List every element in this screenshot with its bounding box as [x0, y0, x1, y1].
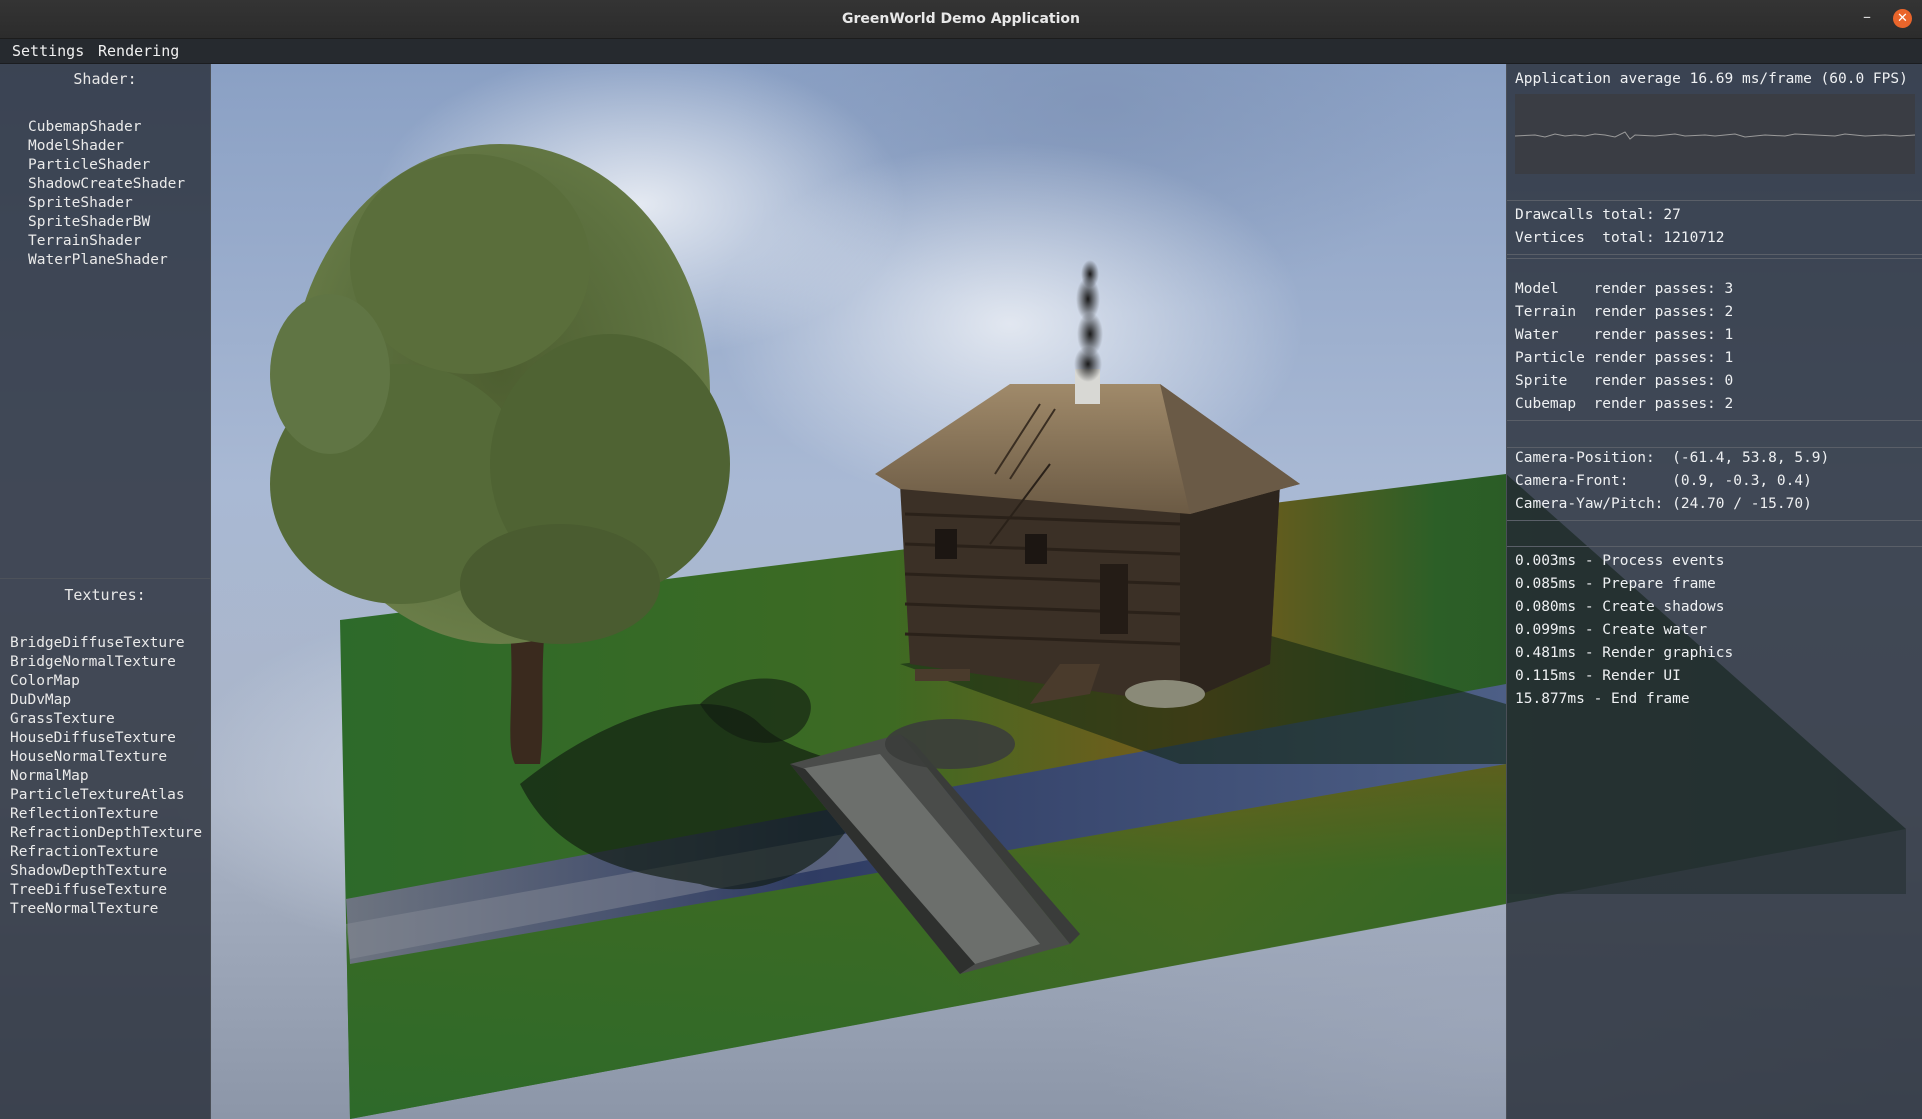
texture-item[interactable]: RefractionTexture: [10, 843, 202, 862]
texture-item[interactable]: NormalMap: [10, 767, 202, 786]
vertices-total: Vertices total: 1210712: [1515, 230, 1725, 246]
texture-item[interactable]: BridgeNormalTexture: [10, 653, 202, 672]
shader-panel: Shader: CubemapShader ModelShader Partic…: [0, 64, 211, 578]
texture-item[interactable]: HouseNormalTexture: [10, 748, 202, 767]
render-passes-model: Model render passes: 3: [1515, 281, 1734, 297]
render-passes-water: Water render passes: 1: [1515, 327, 1734, 343]
menu-settings[interactable]: Settings: [6, 39, 90, 63]
texture-heading: Textures:: [64, 586, 146, 604]
shader-item[interactable]: ModelShader: [28, 137, 185, 156]
title-bar[interactable]: GreenWorld Demo Application – ✕: [0, 0, 1922, 39]
timing-process-events: 0.003ms - Process events: [1515, 553, 1725, 569]
texture-item[interactable]: DuDvMap: [10, 691, 202, 710]
texture-panel: Textures: BridgeDiffuseTexture BridgeNor…: [0, 578, 211, 1119]
shader-item[interactable]: SpriteShader: [28, 194, 185, 213]
texture-item[interactable]: ColorMap: [10, 672, 202, 691]
shader-heading: Shader:: [73, 70, 137, 88]
timing-render-ui: 0.115ms - Render UI: [1515, 668, 1681, 684]
timing-prepare-frame: 0.085ms - Prepare frame: [1515, 576, 1716, 592]
texture-item[interactable]: RefractionDepthTexture: [10, 824, 202, 843]
close-icon[interactable]: ✕: [1893, 9, 1912, 28]
texture-item[interactable]: GrassTexture: [10, 710, 202, 729]
texture-item[interactable]: ParticleTextureAtlas: [10, 786, 202, 805]
texture-item[interactable]: TreeNormalTexture: [10, 900, 202, 919]
minimize-icon[interactable]: –: [1858, 9, 1876, 28]
shader-item[interactable]: SpriteShaderBW: [28, 213, 185, 232]
drawcalls-total: Drawcalls total: 27: [1515, 207, 1681, 223]
timing-end-frame: 15.877ms - End frame: [1515, 691, 1690, 707]
shader-list: CubemapShader ModelShader ParticleShader…: [28, 118, 185, 270]
timing-render-graphics: 0.481ms - Render graphics: [1515, 645, 1734, 661]
texture-item[interactable]: HouseDiffuseTexture: [10, 729, 202, 748]
render-passes-sprite: Sprite render passes: 0: [1515, 373, 1734, 389]
app-window: GreenWorld Demo Application – ✕ Settings…: [0, 0, 1922, 1119]
shader-item[interactable]: WaterPlaneShader: [28, 251, 185, 270]
texture-item[interactable]: TreeDiffuseTexture: [10, 881, 202, 900]
camera-yaw-pitch: Camera-Yaw/Pitch: (24.70 / -15.70): [1515, 496, 1812, 512]
texture-item[interactable]: ShadowDepthTexture: [10, 862, 202, 881]
shader-item[interactable]: ParticleShader: [28, 156, 185, 175]
render-passes-terrain: Terrain render passes: 2: [1515, 304, 1734, 320]
frame-time-graph: [1514, 94, 1916, 174]
render-passes-particle: Particle render passes: 1: [1515, 350, 1734, 366]
shader-item[interactable]: TerrainShader: [28, 232, 185, 251]
texture-list: BridgeDiffuseTexture BridgeNormalTexture…: [10, 634, 202, 919]
camera-position: Camera-Position: (-61.4, 53.8, 5.9): [1515, 450, 1830, 466]
shader-item[interactable]: ShadowCreateShader: [28, 175, 185, 194]
timing-create-water: 0.099ms - Create water: [1515, 622, 1708, 638]
texture-item[interactable]: ReflectionTexture: [10, 805, 202, 824]
texture-item[interactable]: BridgeDiffuseTexture: [10, 634, 202, 653]
log-cabin: [875, 260, 1300, 708]
fps-readout: Application average 16.69 ms/frame (60.0…: [1515, 71, 1908, 87]
timing-create-shadows: 0.080ms - Create shadows: [1515, 599, 1725, 615]
shader-item[interactable]: CubemapShader: [28, 118, 185, 137]
stats-panel: Application average 16.69 ms/frame (60.0…: [1506, 64, 1922, 1119]
render-passes-cubemap: Cubemap render passes: 2: [1515, 396, 1734, 412]
window-title: GreenWorld Demo Application: [841, 11, 1080, 27]
menu-rendering[interactable]: Rendering: [92, 39, 185, 63]
menu-bar: Settings Rendering: [0, 39, 1922, 64]
camera-front: Camera-Front: (0.9, -0.3, 0.4): [1515, 473, 1812, 489]
